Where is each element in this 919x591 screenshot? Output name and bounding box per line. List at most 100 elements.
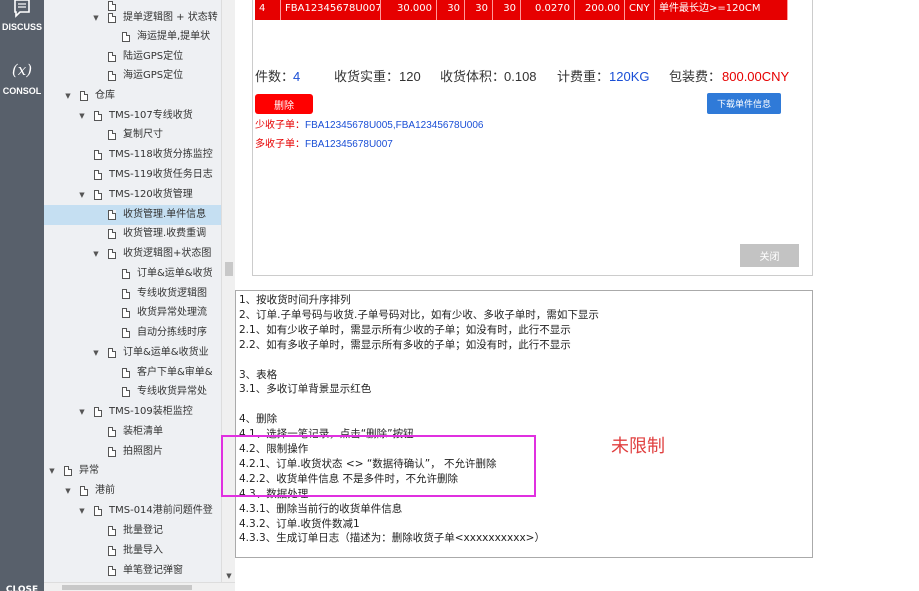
tree-item-label: 收货逻辑图+状态图 xyxy=(123,248,212,259)
document-icon xyxy=(108,447,116,457)
charge-label: 计费重： xyxy=(557,69,610,84)
document-icon xyxy=(108,52,116,62)
delete-button[interactable]: 删除 xyxy=(255,94,313,114)
tree-item[interactable]: 装柜清单 xyxy=(44,422,235,442)
tree-item[interactable]: ▼ TMS-109装柜监控 xyxy=(44,402,235,422)
tree-item[interactable]: 专线收货逻辑图 xyxy=(44,284,235,304)
count-label: 件数： xyxy=(255,69,295,84)
caret-down-icon[interactable]: ▼ xyxy=(78,501,86,521)
tree-item[interactable]: TMS-119收货任务日志 xyxy=(44,165,235,185)
download-unit-info-button[interactable]: 下载单件信息 xyxy=(707,93,781,114)
close-button[interactable]: 关闭 xyxy=(740,244,799,267)
tree-item[interactable]: ▼ TMS-120收货管理 xyxy=(44,185,235,205)
tree-item-label: 收货异常处理流 xyxy=(137,307,207,318)
tree-item-label: 订单&运单&收货业 xyxy=(123,347,209,358)
tree-item-label: 专线收货异常处 xyxy=(137,386,207,397)
document-icon xyxy=(80,486,88,496)
tree-item[interactable]: 海运GPS定位 xyxy=(44,66,235,86)
caret-down-icon[interactable]: ▼ xyxy=(92,8,100,28)
table-cell: CNY xyxy=(625,0,655,20)
tree-hscroll-thumb[interactable] xyxy=(62,585,192,590)
tree-item[interactable]: 自动分拣线时序 xyxy=(44,323,235,343)
missing-sub-orders-label: 少收子单： xyxy=(255,120,305,131)
tree-item[interactable]: 海运提单,提单状 xyxy=(44,27,235,47)
tree-item[interactable]: 收货管理.收费重调 xyxy=(44,224,235,244)
rail-discuss-label: DISCUSS xyxy=(1,22,42,32)
table-cell: FBA12345678U007 xyxy=(281,0,381,20)
note-line: 2.1、如有少收子单时，需显示所有少收的子单；如没有时，此行不显示 xyxy=(239,323,571,336)
document-icon xyxy=(122,32,130,42)
rail-discuss[interactable]: DISCUSS xyxy=(0,0,44,32)
tree-item[interactable]: 批量导入 xyxy=(44,541,235,561)
document-icon xyxy=(108,348,116,358)
tree-item-label: 批量导入 xyxy=(123,545,163,556)
document-icon xyxy=(108,130,116,140)
tree-item[interactable]: 收货异常处理流 xyxy=(44,303,235,323)
document-icon xyxy=(94,190,102,200)
volume-label: 收货体积： xyxy=(440,69,506,84)
missing-sub-orders: 少收子单：FBA12345678U005,FBA12345678U006 xyxy=(255,118,483,134)
caret-down-icon[interactable]: ▼ xyxy=(78,185,86,205)
tree-item-label: 复制尺寸 xyxy=(123,129,163,140)
caret-down-icon[interactable]: ▼ xyxy=(64,86,72,106)
tree-item[interactable]: 拍照图片 xyxy=(44,442,235,462)
caret-down-icon[interactable]: ▼ xyxy=(92,244,100,264)
document-icon xyxy=(108,566,116,576)
scroll-down-icon[interactable]: ▼ xyxy=(222,572,236,580)
note-line: 1、按收货时间升序排列 xyxy=(239,294,351,306)
tree-item[interactable]: 复制尺寸 xyxy=(44,125,235,145)
tree-item[interactable]: ▼ 订单&运单&收货业 xyxy=(44,343,235,363)
table-cell: 30.000 xyxy=(381,0,437,20)
missing-sub-orders-value: FBA12345678U005,FBA12345678U006 xyxy=(305,120,484,131)
tree-scroll-thumb[interactable] xyxy=(225,262,233,276)
document-icon xyxy=(108,229,116,239)
tree-item-label: TMS-014港前问题件登 xyxy=(109,505,213,516)
document-icon xyxy=(122,368,130,378)
tree-item[interactable]: 批量登记 xyxy=(44,521,235,541)
tree-item[interactable]: 专线收货异常处 xyxy=(44,382,235,402)
tree-item-label: 批量登记 xyxy=(123,525,163,536)
tree-item[interactable]: ▼ 异常 xyxy=(44,461,235,481)
table-cell: 30 xyxy=(437,0,465,20)
comment-icon xyxy=(14,0,30,18)
tree-item[interactable]: 客户下单&审单& xyxy=(44,363,235,383)
tree-item[interactable]: 订单&运单&收货 xyxy=(44,264,235,284)
rail-close-label[interactable]: CLOSE xyxy=(0,583,44,591)
caret-down-icon[interactable]: ▼ xyxy=(78,402,86,422)
note-line: 2、订单.子单号码与收货.子单号码对比，如有少收、多收子单时，需如下显示 xyxy=(239,308,599,321)
highlight-box xyxy=(221,435,536,497)
caret-down-icon[interactable]: ▼ xyxy=(48,461,56,481)
pack-value: 800.00CNY xyxy=(722,69,790,84)
caret-down-icon[interactable]: ▼ xyxy=(92,343,100,363)
table-cell: 单件最长边>=120CM xyxy=(655,0,788,20)
table-row-extra[interactable]: 4 FBA12345678U007 30.000 30 30 30 0.0270 200.00… xyxy=(255,0,788,20)
note-line: 3、表格 xyxy=(239,368,278,381)
tree-item-label: 异常 xyxy=(79,465,99,476)
tree-item[interactable]: ▼ 收货逻辑图+状态图 xyxy=(44,244,235,264)
pack-label: 包装费： xyxy=(669,69,722,84)
tree-item[interactable]: ▼ 提单逻辑图 + 状态转 xyxy=(44,8,235,28)
tree-item-label: 单笔登记弹窗 xyxy=(123,565,183,576)
tree-item-label: 收货管理.收费重调 xyxy=(123,228,207,239)
tree-item[interactable]: 收货管理.单件信息 xyxy=(44,205,235,225)
note-line: 3.1、多收订单背景显示红色 xyxy=(239,383,372,396)
caret-down-icon[interactable]: ▼ xyxy=(64,481,72,501)
caret-down-icon[interactable]: ▼ xyxy=(78,106,86,126)
document-icon xyxy=(64,466,72,476)
tree-item[interactable]: 单笔登记弹窗 xyxy=(44,561,235,581)
note-line: 4.3.1、删除当前行的收货单件信息 xyxy=(239,502,403,515)
fx-icon: (x) xyxy=(11,61,33,79)
rail-console[interactable]: (x) CONSOL xyxy=(0,60,44,96)
tree-item[interactable]: ▼ TMS-014港前问题件登 xyxy=(44,501,235,521)
tree-item[interactable]: ▼ 仓库 xyxy=(44,86,235,106)
tree-horizontal-scrollbar[interactable] xyxy=(44,582,235,591)
tree-item-label: 提单逻辑图 + 状态转 xyxy=(123,12,218,23)
weight-label: 收货实重： xyxy=(334,69,400,84)
tree-item[interactable]: ▼ TMS-107专线收货 xyxy=(44,106,235,126)
table-cell: 0.0270 xyxy=(521,0,575,20)
tree-item[interactable]: 陆运GPS定位 xyxy=(44,47,235,67)
tree-item[interactable]: ▼ 港前 xyxy=(44,481,235,501)
tree-item[interactable]: TMS-118收货分拣监控 xyxy=(44,145,235,165)
document-icon xyxy=(108,427,116,437)
document-icon xyxy=(108,71,116,81)
